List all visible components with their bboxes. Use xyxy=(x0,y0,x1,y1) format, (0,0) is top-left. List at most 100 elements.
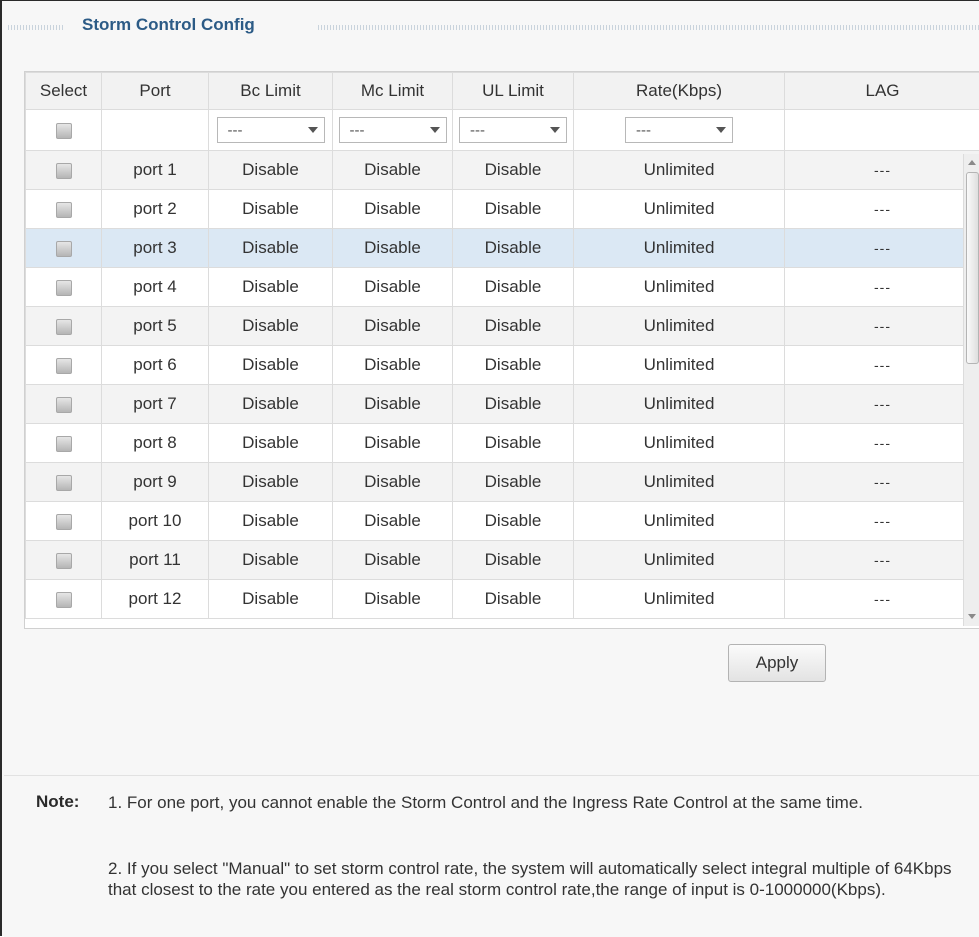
scroll-up-arrow-icon[interactable] xyxy=(966,156,978,170)
scrollbar-thumb[interactable] xyxy=(966,172,979,364)
ul-limit-cell: Disable xyxy=(453,268,574,307)
table-row[interactable]: port 10DisableDisableDisableUnlimited--- xyxy=(26,502,979,541)
apply-button[interactable]: Apply xyxy=(728,644,826,682)
lag-cell: --- xyxy=(785,190,979,229)
select-cell xyxy=(26,580,102,619)
note-item-1: 1. For one port, you cannot enable the S… xyxy=(108,792,968,813)
bc-limit-cell: Disable xyxy=(209,541,333,580)
row-checkbox[interactable] xyxy=(56,241,72,257)
rate-cell: Unlimited xyxy=(574,190,785,229)
bc-limit-select[interactable]: --- xyxy=(217,117,325,143)
select-cell xyxy=(26,346,102,385)
mc-limit-select-value: --- xyxy=(350,122,365,139)
table-row[interactable]: port 5DisableDisableDisableUnlimited--- xyxy=(26,307,979,346)
mc-limit-cell: Disable xyxy=(333,229,453,268)
port-cell: port 5 xyxy=(102,307,209,346)
storm-control-table: Select Port Bc Limit Mc Limit UL Limit R… xyxy=(25,72,979,619)
mc-limit-cell: Disable xyxy=(333,541,453,580)
bc-limit-cell: Disable xyxy=(209,151,333,190)
ul-limit-cell: Disable xyxy=(453,307,574,346)
chevron-down-icon xyxy=(550,127,560,133)
rate-cell: Unlimited xyxy=(574,502,785,541)
bc-limit-cell: Disable xyxy=(209,502,333,541)
header-lag: LAG xyxy=(785,73,979,110)
panel-title-bar: Storm Control Config xyxy=(4,13,979,37)
chevron-down-icon xyxy=(716,127,726,133)
mc-limit-cell: Disable xyxy=(333,307,453,346)
title-divider-left xyxy=(8,25,64,30)
bc-limit-cell: Disable xyxy=(209,229,333,268)
ul-limit-cell: Disable xyxy=(453,190,574,229)
table-row[interactable]: port 8DisableDisableDisableUnlimited--- xyxy=(26,424,979,463)
storm-control-table-container: Select Port Bc Limit Mc Limit UL Limit R… xyxy=(24,71,979,629)
rate-cell: Unlimited xyxy=(574,151,785,190)
lag-cell: --- xyxy=(785,385,979,424)
filter-lag-cell xyxy=(785,110,979,151)
row-checkbox[interactable] xyxy=(56,592,72,608)
ul-limit-select[interactable]: --- xyxy=(459,117,567,143)
ul-limit-cell: Disable xyxy=(453,580,574,619)
row-checkbox[interactable] xyxy=(56,163,72,179)
select-cell xyxy=(26,385,102,424)
port-cell: port 10 xyxy=(102,502,209,541)
rate-select[interactable]: --- xyxy=(625,117,733,143)
row-checkbox[interactable] xyxy=(56,397,72,413)
note-item-2: 2. If you select "Manual" to set storm c… xyxy=(108,858,978,900)
row-checkbox[interactable] xyxy=(56,358,72,374)
mc-limit-select[interactable]: --- xyxy=(339,117,447,143)
table-row[interactable]: port 9DisableDisableDisableUnlimited--- xyxy=(26,463,979,502)
row-checkbox[interactable] xyxy=(56,202,72,218)
rate-cell: Unlimited xyxy=(574,463,785,502)
select-cell xyxy=(26,190,102,229)
port-cell: port 6 xyxy=(102,346,209,385)
lag-cell: --- xyxy=(785,307,979,346)
header-bc-limit: Bc Limit xyxy=(209,73,333,110)
table-row[interactable]: port 11DisableDisableDisableUnlimited--- xyxy=(26,541,979,580)
rate-select-value: --- xyxy=(636,122,651,139)
row-checkbox[interactable] xyxy=(56,514,72,530)
row-checkbox[interactable] xyxy=(56,319,72,335)
bc-limit-cell: Disable xyxy=(209,190,333,229)
rate-cell: Unlimited xyxy=(574,229,785,268)
header-rate: Rate(Kbps) xyxy=(574,73,785,110)
rate-cell: Unlimited xyxy=(574,307,785,346)
lag-cell: --- xyxy=(785,424,979,463)
lag-cell: --- xyxy=(785,346,979,385)
mc-limit-cell: Disable xyxy=(333,346,453,385)
bc-limit-cell: Disable xyxy=(209,268,333,307)
row-checkbox[interactable] xyxy=(56,436,72,452)
select-all-checkbox[interactable] xyxy=(56,123,72,139)
port-cell: port 7 xyxy=(102,385,209,424)
table-row[interactable]: port 1DisableDisableDisableUnlimited--- xyxy=(26,151,979,190)
bc-limit-cell: Disable xyxy=(209,385,333,424)
filter-rate-cell: --- xyxy=(574,110,785,151)
ul-limit-select-value: --- xyxy=(470,122,485,139)
table-row[interactable]: port 3DisableDisableDisableUnlimited--- xyxy=(26,229,979,268)
port-cell: port 9 xyxy=(102,463,209,502)
storm-control-panel: Storm Control Config Select Port Bc Limi… xyxy=(0,0,979,936)
table-scrollbar[interactable] xyxy=(963,154,979,626)
table-row[interactable]: port 12DisableDisableDisableUnlimited--- xyxy=(26,580,979,619)
scroll-down-arrow-icon[interactable] xyxy=(966,610,978,624)
row-checkbox[interactable] xyxy=(56,553,72,569)
filter-row: --- --- --- --- xyxy=(26,110,979,151)
row-checkbox[interactable] xyxy=(56,475,72,491)
port-cell: port 3 xyxy=(102,229,209,268)
bc-limit-cell: Disable xyxy=(209,307,333,346)
table-row[interactable]: port 4DisableDisableDisableUnlimited--- xyxy=(26,268,979,307)
ul-limit-cell: Disable xyxy=(453,346,574,385)
ul-limit-cell: Disable xyxy=(453,463,574,502)
filter-mc-cell: --- xyxy=(333,110,453,151)
filter-bc-cell: --- xyxy=(209,110,333,151)
table-row[interactable]: port 2DisableDisableDisableUnlimited--- xyxy=(26,190,979,229)
row-checkbox[interactable] xyxy=(56,280,72,296)
mc-limit-cell: Disable xyxy=(333,190,453,229)
select-cell xyxy=(26,229,102,268)
lag-cell: --- xyxy=(785,541,979,580)
table-row[interactable]: port 6DisableDisableDisableUnlimited--- xyxy=(26,346,979,385)
mc-limit-cell: Disable xyxy=(333,502,453,541)
select-cell xyxy=(26,541,102,580)
bc-limit-cell: Disable xyxy=(209,580,333,619)
mc-limit-cell: Disable xyxy=(333,268,453,307)
table-row[interactable]: port 7DisableDisableDisableUnlimited--- xyxy=(26,385,979,424)
